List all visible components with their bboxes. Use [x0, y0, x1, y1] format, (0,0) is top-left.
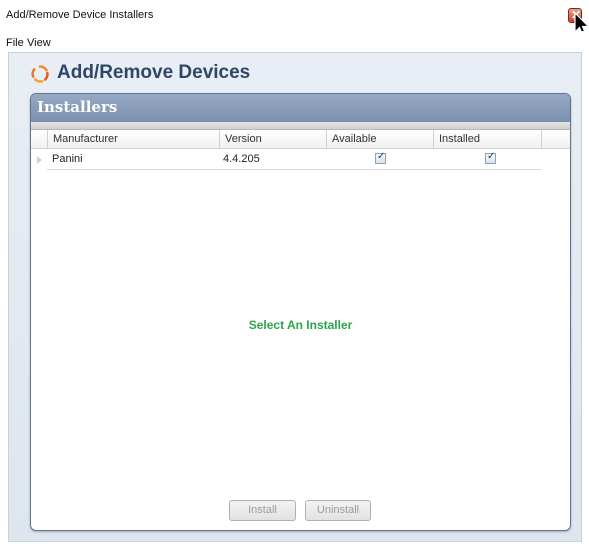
- checkmark-icon: ✓: [377, 151, 386, 162]
- installers-panel: Installers Manufacturer Version Availabl…: [30, 93, 571, 531]
- title-bar: Add/Remove Device Installers ✕: [0, 0, 589, 30]
- row-divider: [47, 169, 542, 170]
- column-header-available[interactable]: Available: [326, 130, 433, 149]
- group-panel-strip: [31, 122, 570, 130]
- panel-header: Installers: [31, 94, 570, 122]
- cell-version: 4.4.205: [223, 153, 260, 165]
- cell-manufacturer: Panini: [52, 153, 83, 165]
- window-title: Add/Remove Device Installers: [6, 9, 154, 21]
- grid-header: Manufacturer Version Available Installed: [31, 130, 570, 149]
- checkmark-icon: ✓: [487, 151, 496, 162]
- menu-file[interactable]: File: [6, 37, 24, 49]
- column-header-manufacturer[interactable]: Manufacturer: [47, 130, 219, 149]
- column-header-version[interactable]: Version: [219, 130, 326, 149]
- available-checkbox[interactable]: ✓: [375, 151, 386, 164]
- spinner-logo-icon: [31, 65, 49, 83]
- table-row[interactable]: Panini 4.4.205 ✓ ✓: [31, 150, 570, 170]
- column-header-installed[interactable]: Installed: [433, 130, 542, 149]
- menu-bar: File View: [0, 31, 589, 52]
- panel-title: Installers: [37, 98, 118, 116]
- menu-view[interactable]: View: [27, 37, 51, 49]
- installed-checkbox[interactable]: ✓: [485, 151, 496, 164]
- install-button[interactable]: Install: [229, 500, 296, 521]
- status-message: Select An Installer: [248, 318, 353, 332]
- row-indicator-icon: [37, 156, 42, 164]
- installer-window: Add/Remove Device Installers ✕ File View…: [0, 0, 589, 548]
- uninstall-button[interactable]: Uninstall: [305, 500, 371, 521]
- page-title: Add/Remove Devices: [57, 62, 251, 83]
